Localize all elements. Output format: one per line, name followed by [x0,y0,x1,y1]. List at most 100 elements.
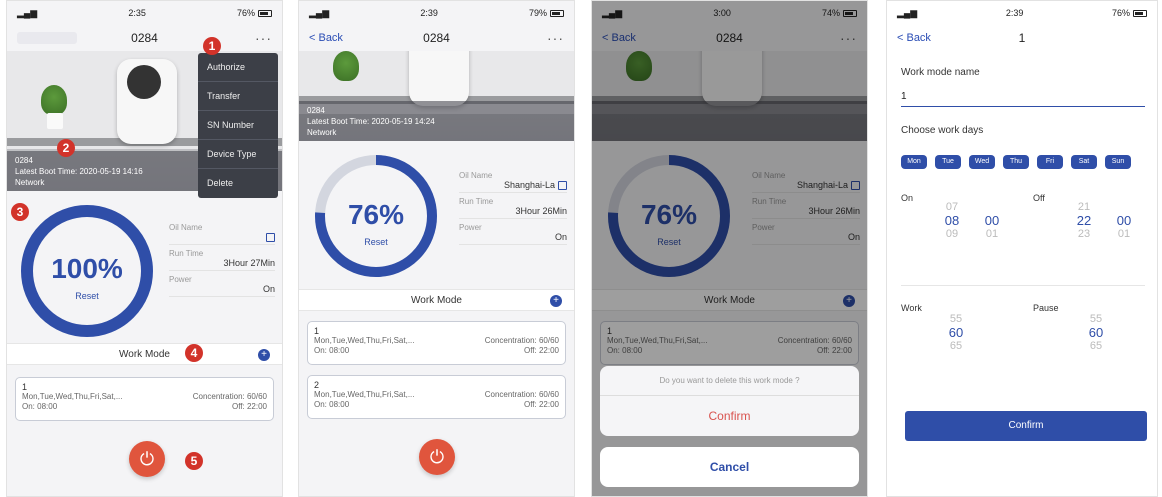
menu-item-transfer[interactable]: Transfer [198,82,278,111]
menu-item-sn-number[interactable]: SN Number [198,111,278,140]
on-time-label: On [901,193,914,203]
work-mode-header: Work Mode + [299,289,574,311]
phone-screen-device-detail: ▂▄▆ 2:39 79% < Back 0284 ··· 0284 Latest… [298,0,575,497]
work-mode-card[interactable]: 1 Mon,Tue,Wed,Thu,Fri,Sat,... Concentrati… [307,321,566,365]
edit-icon[interactable] [558,181,567,191]
off-time-label: Off [1033,193,1045,203]
run-time-value: 3Hour 26Min [459,206,567,220]
add-work-mode-button[interactable]: + [258,349,270,361]
signal-icon: ▂▄▆ [897,7,918,18]
phone-screen-edit-work-mode: ▂▄▆ 2:39 76% < Back 1 Work mode name 1 C… [886,0,1158,497]
status-bar: ▂▄▆ 2:39 76% [887,1,1157,25]
day-fri-toggle[interactable]: Fri [1037,155,1063,169]
on-minute-picker[interactable]: 00 01 [979,201,1005,240]
run-time-label: Run Time [459,197,494,207]
run-time-value: 3Hour 27Min [169,258,275,272]
confirm-delete-button[interactable]: Confirm [600,396,859,436]
power-value: On [169,284,275,298]
nav-bar: < Back 0284 ··· [299,25,574,51]
device-info-overlay: 0284 Latest Boot Time: 2020-05-19 14:24 … [299,101,574,141]
day-sun-toggle[interactable]: Sun [1105,155,1131,169]
work-days-label: Choose work days [901,125,984,136]
power-label: Power [169,275,192,285]
menu-item-authorize[interactable]: Authorize [198,53,278,82]
day-wed-toggle[interactable]: Wed [969,155,995,169]
day-mon-toggle[interactable]: Mon [901,155,927,169]
add-work-mode-button[interactable]: + [550,295,562,307]
status-bar: ▂▄▆ 2:39 79% [299,1,574,25]
oil-name-label: Oil Name [169,223,203,232]
device-info-panel: Oil Name Run Time 3Hour 27Min Power On [169,223,275,301]
callout-badge-3: 3 [11,203,29,221]
status-time: 2:39 [420,8,438,18]
status-bar: ▂▄▆ 2:35 76% [7,1,282,25]
oil-level-ring: 100% Reset [17,201,157,341]
on-hour-picker[interactable]: 07 08 09 [939,201,965,240]
reset-button[interactable]: Reset [311,237,441,247]
work-mode-header: Work Mode + [7,343,282,365]
day-thu-toggle[interactable]: Thu [1003,155,1029,169]
diffuser-device-image [117,59,177,144]
plant-image [41,85,67,115]
work-mode-name-label: Work mode name [901,67,980,78]
confirm-button[interactable]: Confirm [905,411,1147,441]
battery-icon [550,10,564,18]
diffuser-device-image [409,51,469,106]
power-button[interactable]: ⏻ [129,441,165,477]
callout-badge-2: 2 [57,139,75,157]
more-options-button[interactable]: ··· [547,30,564,46]
divider [901,285,1145,286]
power-button[interactable]: ⏻ [419,439,455,475]
battery-indicator: 76% [1112,8,1147,18]
oil-level-ring: 76% Reset [311,151,441,281]
nav-bar: 0284 ··· [7,25,282,51]
delete-question: Do you want to delete this work mode ? [600,366,859,396]
work-mode-card[interactable]: 2 Mon,Tue,Wed,Thu,Fri,Sat,... Concentrati… [307,375,566,419]
pause-duration-label: Pause [1033,303,1059,313]
device-hero-image: 0284 Latest Boot Time: 2020-05-19 14:24 … [299,51,574,141]
cancel-button[interactable]: Cancel [600,447,859,487]
delete-confirm-sheet: Do you want to delete this work mode ? C… [600,366,859,436]
callout-badge-5: 5 [185,452,203,470]
menu-item-delete[interactable]: Delete [198,169,278,198]
plant-image [333,51,359,81]
status-time: 2:39 [1005,8,1024,18]
edit-icon[interactable] [266,233,275,243]
pause-seconds-picker[interactable]: 55 60 65 [1083,313,1109,352]
signal-icon: ▂▄▆ [309,7,330,18]
power-label: Power [459,223,482,233]
work-days-selector: Mon Tue Wed Thu Fri Sat Sun [901,155,1131,169]
oil-name-value: Shanghai-La [459,180,567,194]
run-time-label: Run Time [169,249,204,259]
callout-badge-4: 4 [185,344,203,362]
battery-icon [258,10,272,18]
oil-name-value [169,232,275,246]
device-info-panel: Oil Name Shanghai-La Run Time 3Hour 26Mi… [459,171,567,249]
back-button[interactable]: < Back [309,32,343,44]
phone-screen-device-menu: ▂▄▆ 2:35 76% 0284 ··· 1 0284 Latest Boot… [6,0,283,497]
battery-indicator: 76% [237,8,272,18]
oil-percentage: 100% [51,253,123,284]
more-options-button[interactable]: ··· [255,30,272,46]
nav-bar: < Back 1 [887,25,1157,51]
day-sat-toggle[interactable]: Sat [1071,155,1097,169]
reset-button[interactable]: Reset [17,291,157,301]
battery-icon [1133,10,1147,18]
status-time: 2:35 [128,8,146,18]
battery-indicator: 79% [529,8,564,18]
oil-name-label: Oil Name [459,171,493,180]
off-minute-picker[interactable]: 00 01 [1111,201,1137,240]
off-hour-picker[interactable]: 21 22 23 [1071,201,1097,240]
device-options-menu: Authorize Transfer SN Number Device Type… [198,53,278,198]
work-mode-card[interactable]: 1 Mon,Tue,Wed,Thu,Fri,Sat,... Concentrati… [15,377,274,421]
power-value: On [459,232,567,246]
work-mode-name-input[interactable]: 1 [901,87,1145,107]
back-button[interactable]: < Back [897,32,931,44]
blurred-back-label [17,32,77,44]
work-duration-label: Work [901,303,922,313]
menu-item-device-type[interactable]: Device Type [198,140,278,169]
callout-badge-1: 1 [203,37,221,55]
work-seconds-picker[interactable]: 55 60 65 [943,313,969,352]
phone-screen-delete-confirm: ▂▄▆ 3:00 74% < Back 0284 ··· 76% Reset O… [591,0,868,497]
day-tue-toggle[interactable]: Tue [935,155,961,169]
